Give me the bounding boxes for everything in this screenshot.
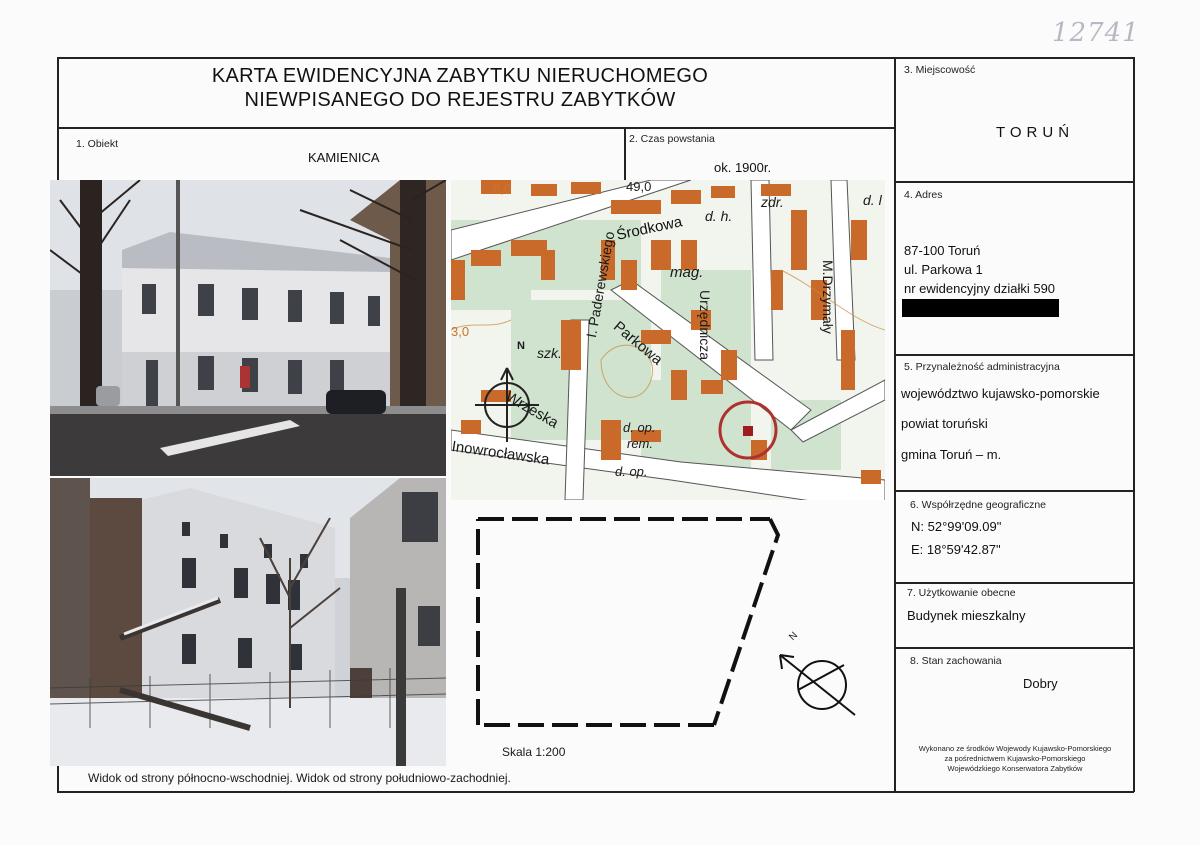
field-przynaleznosc-label: 5. Przynależność administracyjna (904, 361, 1060, 373)
field-czas-label: 2. Czas powstania (629, 133, 715, 145)
map-label-dop2: d. op. (615, 464, 648, 479)
funding-credit-line1: Wykonano ze środków Wojewody Kujawsko-Po… (918, 744, 1112, 753)
map-label-mag: mag. (670, 264, 704, 281)
divider-obiekt-czas (624, 127, 626, 181)
field-przynaleznosc-line2: powiat toruński (901, 416, 988, 431)
divider-3-4 (894, 181, 1134, 183)
divider-main-vertical (894, 57, 896, 792)
field-wspolrzedne-n: N: 52°99'09.09" (911, 519, 1002, 534)
field-obiekt-label: 1. Obiekt (76, 138, 119, 150)
field-stan-label: 8. Stan zachowania (910, 655, 1002, 667)
map-label-rem: rem. (627, 436, 653, 451)
map-label-dl: d. l (863, 192, 882, 208)
field-miejscowosc-value: TORUŃ (996, 124, 1075, 141)
document-title-line2: NIEWPISANEGO DO REJESTRU ZABYTKÓW (244, 89, 676, 111)
map-north-label: N (517, 340, 525, 352)
frame-bottom (57, 791, 1134, 793)
frame-top (57, 57, 1134, 59)
field-przynaleznosc-line3: gmina Toruń – m. (901, 447, 1002, 462)
funding-credit: Wykonano ze środków Wojewody Kujawsko-Po… (898, 744, 1132, 774)
divider-5-6 (894, 490, 1134, 492)
field-adres-label: 4. Adres (904, 189, 943, 201)
redaction-bar (902, 299, 1059, 317)
map-label-dh: d. h. (705, 208, 733, 224)
funding-credit-line2: za pośrednictwem Kujawsko-Pomorskiego (944, 754, 1086, 763)
field-adres-line1: 87-100 Toruń (904, 243, 981, 258)
field-adres-line2: ul. Parkowa 1 (904, 262, 983, 277)
map-label-zdr: zdr. (761, 194, 784, 210)
field-przynaleznosc-line1: województwo kujawsko-pomorskie (901, 386, 1100, 401)
map-label-elev1: 49,0 (626, 180, 652, 194)
divider-4-5 (894, 354, 1134, 356)
map-label-urzednicza: Urzędnicza (697, 290, 713, 361)
field-uzytkowanie-label: 7. Użytkowanie obecne (907, 587, 1016, 599)
site-plan: N Skala 1:200 (470, 505, 870, 759)
field-adres-line3: nr ewidencyjny działki 590 (904, 281, 1056, 296)
field-czas-value: ok. 1900r. (714, 160, 772, 175)
map-label-szk: szk. (537, 345, 562, 361)
photo-caption: Widok od strony północno-wschodniej. Wid… (88, 771, 511, 785)
photo-southwest-view (50, 478, 446, 766)
frame-left (57, 57, 59, 180)
photo-northeast-view (50, 180, 446, 476)
field-stan-value: Dobry (1023, 676, 1058, 691)
field-obiekt-value: KAMIENICA (308, 150, 380, 165)
map-label-drzymaly: M.Drzymały (820, 260, 836, 334)
handwritten-reference-number: 12741 (1052, 18, 1140, 48)
field-uzytkowanie-value: Budynek mieszkalny (907, 608, 1026, 623)
location-map: 49,0 8,0 3,0 Środkowa d. h. zdr. d. l ma… (451, 180, 885, 500)
divider-6-7 (894, 582, 1134, 584)
divider-title (57, 127, 895, 129)
document-title-line1: KARTA EWIDENCYJNA ZABYTKU NIERUCHOMEGO (211, 65, 709, 87)
divider-7-8 (894, 647, 1134, 649)
field-wspolrzedne-e: E: 18°59'42.87" (911, 542, 1001, 557)
field-wspolrzedne-label: 6. Współrzędne geograficzne (910, 499, 1046, 511)
frame-right (1133, 57, 1135, 792)
map-label-dop1: d. op. (623, 420, 656, 435)
field-miejscowosc-label: 3. Miejscowość (904, 64, 976, 76)
plan-scale: Skala 1:200 (502, 745, 566, 759)
funding-credit-line3: Wojewódzkiego Konserwatora Zabytków (947, 764, 1083, 773)
map-label-elev3: 3,0 (451, 324, 470, 339)
frame-left-bottom (57, 765, 59, 793)
map-label-elev2: 8,0 (493, 181, 512, 196)
